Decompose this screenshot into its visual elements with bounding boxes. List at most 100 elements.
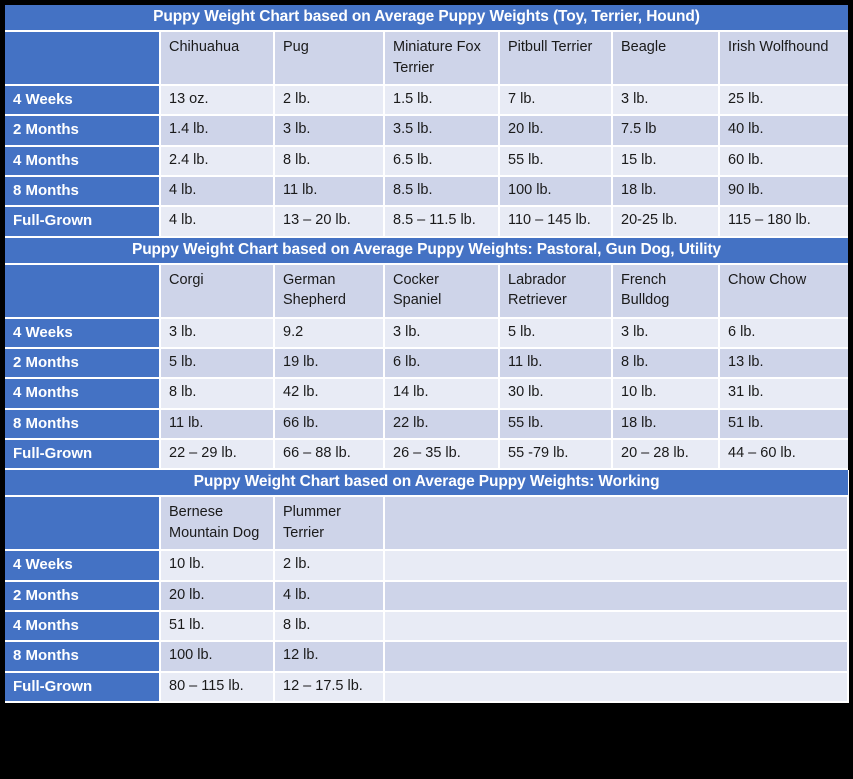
table-1-row-label-4: 8 Months <box>5 176 161 208</box>
table-3-row-4-empty-block <box>384 641 850 673</box>
table-2-row-label-3: 4 Months <box>5 378 161 410</box>
table-2-cell-r1c6: 6 lb. <box>719 317 849 350</box>
table-3-title: Puppy Weight Chart based on Average Pupp… <box>5 470 849 498</box>
table-row: 2 Months 1.4 lb. 3 lb. 3.5 lb. 20 lb. 7.… <box>5 115 849 147</box>
table-1-cell-r3c2: 8 lb. <box>274 145 385 178</box>
table-1-cell-r5c1: 4 lb. <box>160 206 275 238</box>
table-1-breed-header-3: Miniature Fox Terrier <box>384 31 500 87</box>
table-1-breed-header-4: Pitbull Terrier <box>499 31 613 87</box>
table-1-cell-r3c5: 15 lb. <box>612 145 720 178</box>
table-2-cell-r4c4: 55 lb. <box>499 408 613 440</box>
table-3-cell-r4c1: 100 lb. <box>160 641 275 673</box>
table-3-row-label-4: 8 Months <box>5 641 161 673</box>
table-1-row-label-2: 2 Months <box>5 115 161 147</box>
table-2-cell-r4c1: 11 lb. <box>160 408 275 440</box>
table-2-cell-r3c5: 10 lb. <box>612 378 720 410</box>
table-2-row-label-4: 8 Months <box>5 408 161 440</box>
table-row: 4 Weeks 13 oz. 2 lb. 1.5 lb. 7 lb. 3 lb.… <box>5 85 849 117</box>
table-1-cell-r5c4: 110 – 145 lb. <box>499 206 613 238</box>
table-2-cell-r5c4: 55 -79 lb. <box>499 438 613 471</box>
table-2-cell-r4c3: 22 lb. <box>384 408 500 440</box>
table-3-cell-r1c2: 2 lb. <box>274 550 385 582</box>
table-1-cell-r1c4: 7 lb. <box>499 85 613 117</box>
table-2-cell-r5c3: 26 – 35 lb. <box>384 438 500 471</box>
table-1-cell-r2c5: 7.5 lb <box>612 115 720 147</box>
table-2-cell-r1c4: 5 lb. <box>499 317 613 350</box>
table-2-cell-r1c5: 3 lb. <box>612 317 720 350</box>
table-3-cell-r1c1: 10 lb. <box>160 550 275 582</box>
table-row: 2 Months 5 lb. 19 lb. 6 lb. 11 lb. 8 lb.… <box>5 348 849 380</box>
table-3-row-label-1: 4 Weeks <box>5 550 161 582</box>
table-row: 4 Months 2.4 lb. 8 lb. 6.5 lb. 55 lb. 15… <box>5 145 849 178</box>
table-3-row-label-5: Full-Grown <box>5 671 161 703</box>
table-row: 4 Months 8 lb. 42 lb. 14 lb. 30 lb. 10 l… <box>5 378 849 410</box>
table-3-breed-header-1: Bernese Mountain Dog <box>160 496 275 552</box>
table-1-cell-r2c4: 20 lb. <box>499 115 613 147</box>
weight-chart-table-3: Puppy Weight Chart based on Average Pupp… <box>5 470 850 703</box>
table-1-breed-header-5: Beagle <box>612 31 720 87</box>
table-2-row-label-2: 2 Months <box>5 348 161 380</box>
table-row: 4 Months 51 lb. 8 lb. <box>5 611 850 643</box>
table-1-title: Puppy Weight Chart based on Average Pupp… <box>5 5 849 32</box>
table-2-row-label-5: Full-Grown <box>5 438 161 471</box>
table-1-cell-r4c4: 100 lb. <box>499 176 613 208</box>
table-1-cell-r1c1: 13 oz. <box>160 85 275 117</box>
table-1-cell-r1c2: 2 lb. <box>274 85 385 117</box>
table-2-breed-header-4: Labrador Retriever <box>499 263 613 319</box>
table-row: Full-Grown 80 – 115 lb. 12 – 17.5 lb. <box>5 671 850 703</box>
table-2-title: Puppy Weight Chart based on Average Pupp… <box>5 237 849 265</box>
table-2-cell-r2c4: 11 lb. <box>499 348 613 380</box>
table-1-cell-r3c4: 55 lb. <box>499 145 613 178</box>
table-1-title-row: Puppy Weight Chart based on Average Pupp… <box>5 5 849 32</box>
table-row: 4 Weeks 10 lb. 2 lb. <box>5 550 850 582</box>
table-1-cell-r5c2: 13 – 20 lb. <box>274 206 385 238</box>
weight-charts-container: Puppy Weight Chart based on Average Pupp… <box>5 5 850 703</box>
table-2-cell-r5c2: 66 – 88 lb. <box>274 438 385 471</box>
table-row: 2 Months 20 lb. 4 lb. <box>5 580 850 613</box>
table-row: 8 Months 4 lb. 11 lb. 8.5 lb. 100 lb. 18… <box>5 176 849 208</box>
table-2-cell-r4c6: 51 lb. <box>719 408 849 440</box>
table-3-row-2-empty-block <box>384 580 850 613</box>
table-2-cell-r5c6: 44 – 60 lb. <box>719 438 849 471</box>
table-2-title-row: Puppy Weight Chart based on Average Pupp… <box>5 237 849 265</box>
table-2-row-label-1: 4 Weeks <box>5 317 161 350</box>
table-3-row-label-2: 2 Months <box>5 580 161 613</box>
table-1-cell-r3c6: 60 lb. <box>719 145 849 178</box>
table-2-cell-r2c5: 8 lb. <box>612 348 720 380</box>
table-1-header-row: Chihuahua Pug Miniature Fox Terrier Pitb… <box>5 31 849 87</box>
table-1-breed-header-6: Irish Wolfhound <box>719 31 849 87</box>
table-3-corner-cell <box>5 496 161 552</box>
table-2-cell-r2c2: 19 lb. <box>274 348 385 380</box>
table-2-cell-r3c1: 8 lb. <box>160 378 275 410</box>
table-1-row-label-1: 4 Weeks <box>5 85 161 117</box>
table-2-cell-r3c4: 30 lb. <box>499 378 613 410</box>
table-3-row-3-empty-block <box>384 611 850 643</box>
table-3-cell-r2c2: 4 lb. <box>274 580 385 613</box>
table-2-breed-header-6: Chow Chow <box>719 263 849 319</box>
table-2-breed-header-5: French Bulldog <box>612 263 720 319</box>
table-2-cell-r2c6: 13 lb. <box>719 348 849 380</box>
table-1-cell-r4c2: 11 lb. <box>274 176 385 208</box>
table-1-breed-header-1: Chihuahua <box>160 31 275 87</box>
table-row: Full-Grown 4 lb. 13 – 20 lb. 8.5 – 11.5 … <box>5 206 849 238</box>
table-1-cell-r2c1: 1.4 lb. <box>160 115 275 147</box>
table-1-cell-r3c3: 6.5 lb. <box>384 145 500 178</box>
table-2-cell-r2c1: 5 lb. <box>160 348 275 380</box>
table-1-cell-r1c5: 3 lb. <box>612 85 720 117</box>
table-1-breed-header-2: Pug <box>274 31 385 87</box>
table-2-cell-r1c1: 3 lb. <box>160 317 275 350</box>
table-1-cell-r5c3: 8.5 – 11.5 lb. <box>384 206 500 238</box>
table-2-cell-r1c3: 3 lb. <box>384 317 500 350</box>
page-root: Puppy Weight Chart based on Average Pupp… <box>0 0 853 779</box>
weight-chart-table-2: Puppy Weight Chart based on Average Pupp… <box>5 237 849 471</box>
table-1-cell-r4c6: 90 lb. <box>719 176 849 208</box>
table-2-cell-r5c5: 20 – 28 lb. <box>612 438 720 471</box>
table-2-cell-r5c1: 22 – 29 lb. <box>160 438 275 471</box>
table-1-cell-r4c1: 4 lb. <box>160 176 275 208</box>
table-1-cell-r3c1: 2.4 lb. <box>160 145 275 178</box>
table-2-cell-r3c3: 14 lb. <box>384 378 500 410</box>
table-3-cell-r5c1: 80 – 115 lb. <box>160 671 275 703</box>
table-3-cell-r5c2: 12 – 17.5 lb. <box>274 671 385 703</box>
table-3-header-empty-block <box>384 496 850 552</box>
table-3-breed-header-2: Plummer Terrier <box>274 496 385 552</box>
